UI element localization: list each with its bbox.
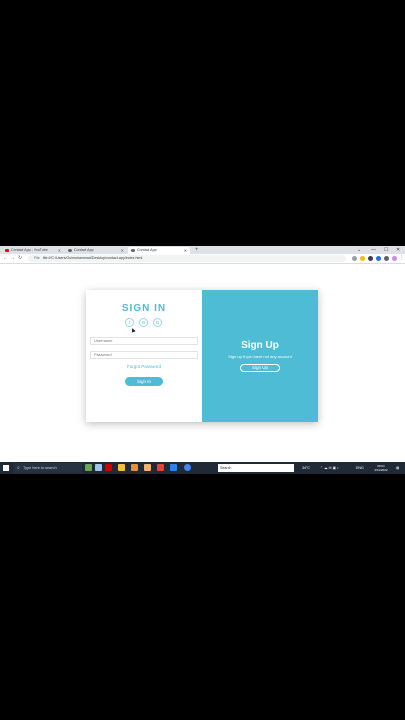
reload-icon[interactable]: ↻ (18, 254, 22, 263)
extensions-puzzle-icon[interactable] (376, 256, 381, 261)
close-window-button[interactable]: ✕ (396, 246, 400, 254)
signup-button[interactable]: Sign Up (240, 364, 280, 372)
maximize-button[interactable]: ☐ (384, 246, 388, 254)
new-tab-button[interactable]: + (195, 246, 199, 254)
clock[interactable]: 09:01 2/11/2022 (371, 464, 391, 472)
url-text: file:///C:/Users/Gulmuhammad/Desktop/con… (42, 256, 143, 260)
app-icon[interactable] (85, 464, 92, 471)
profile-avatar[interactable] (392, 256, 397, 261)
tab-label: Contact App (74, 248, 94, 252)
vscode-icon[interactable] (170, 464, 177, 471)
google-icon[interactable]: G (153, 318, 162, 327)
signin-title: SIGN IN (121, 303, 167, 314)
tab-label: Contact App - YouTube (11, 248, 48, 252)
globe-icon (131, 249, 135, 252)
tab-strip: Contact App - YouTube ✕ Contact App ✕ Co… (0, 246, 405, 254)
browser-screen: Contact App - YouTube ✕ Contact App ✕ Co… (0, 246, 405, 474)
extension-icon[interactable] (368, 256, 373, 261)
taskbar: ⌕ Type here to search Search 34°C ⌃ ☁ ✉ … (0, 462, 405, 474)
signup-panel: Sign Up Sign up if you have not any acco… (202, 290, 318, 422)
search-icon: ⌕ (17, 465, 20, 471)
tray-icons[interactable]: ⌃ ☁ ✉ ▣ ♪ (320, 462, 339, 474)
url-field[interactable]: File file:///C:/Users/Gulmuhammad/Desktop… (28, 255, 346, 262)
clock-date: 2/11/2022 (374, 468, 388, 472)
app-icon[interactable] (105, 464, 112, 471)
chrome-icon[interactable] (184, 464, 191, 471)
app-icon[interactable] (144, 464, 151, 471)
tab-label: Contact App (137, 248, 157, 252)
mouse-cursor-icon (130, 327, 136, 333)
address-bar: ← → ↻ File file:///C:/Users/Gulmuhammad/D… (0, 254, 405, 264)
signup-title: Sign Up (241, 340, 279, 351)
app-icon[interactable] (131, 464, 138, 471)
task-view-icon[interactable] (95, 464, 102, 471)
minimize-button[interactable]: — (371, 246, 376, 254)
signin-button[interactable]: Sign In (125, 377, 163, 386)
language-label[interactable]: ENG (356, 462, 364, 474)
close-icon[interactable]: ✕ (121, 247, 124, 254)
windows-start-icon[interactable] (3, 465, 9, 471)
tab-contact-app-active[interactable]: Contact App ✕ (128, 247, 190, 254)
tab-search-icon[interactable]: ⌄ (357, 246, 361, 254)
bookmark-star-icon[interactable] (360, 256, 365, 261)
tab-youtube[interactable]: Contact App - YouTube ✕ (2, 247, 64, 254)
back-icon[interactable]: ← (3, 254, 8, 263)
taskbar-search-placeholder: Type here to search (23, 466, 57, 470)
close-icon[interactable]: ✕ (58, 247, 61, 254)
taskbar-search-box[interactable]: ⌕ Type here to search (14, 463, 82, 473)
globe-icon (68, 249, 72, 252)
close-icon[interactable]: ✕ (184, 247, 187, 254)
menu-icon[interactable]: ⋮ (399, 254, 404, 263)
file-explorer-icon[interactable] (118, 464, 125, 471)
youtube-icon (5, 249, 9, 252)
app-icon[interactable] (157, 464, 164, 471)
sidebar-icon[interactable] (384, 256, 389, 261)
auth-card: SIGN IN f G G Username Password Forgot P… (86, 290, 318, 422)
facebook-icon[interactable]: f (125, 318, 134, 327)
file-scheme-label: File (34, 256, 40, 260)
google-plus-icon[interactable]: G (139, 318, 148, 327)
notification-icon[interactable]: ▤ (396, 462, 399, 474)
forgot-password-link[interactable]: Forgot Password (86, 364, 202, 369)
signup-subtitle: Sign up if you have not any account (228, 354, 292, 359)
username-field[interactable]: Username (90, 337, 198, 345)
share-icon[interactable] (352, 256, 357, 261)
taskbar-field[interactable]: Search (218, 464, 294, 472)
password-field[interactable]: Password (90, 351, 198, 359)
signin-panel: SIGN IN f G G Username Password Forgot P… (86, 290, 202, 422)
forward-icon[interactable]: → (10, 254, 15, 263)
tab-contact-app[interactable]: Contact App ✕ (65, 247, 127, 254)
weather-label: 34°C (302, 466, 311, 470)
